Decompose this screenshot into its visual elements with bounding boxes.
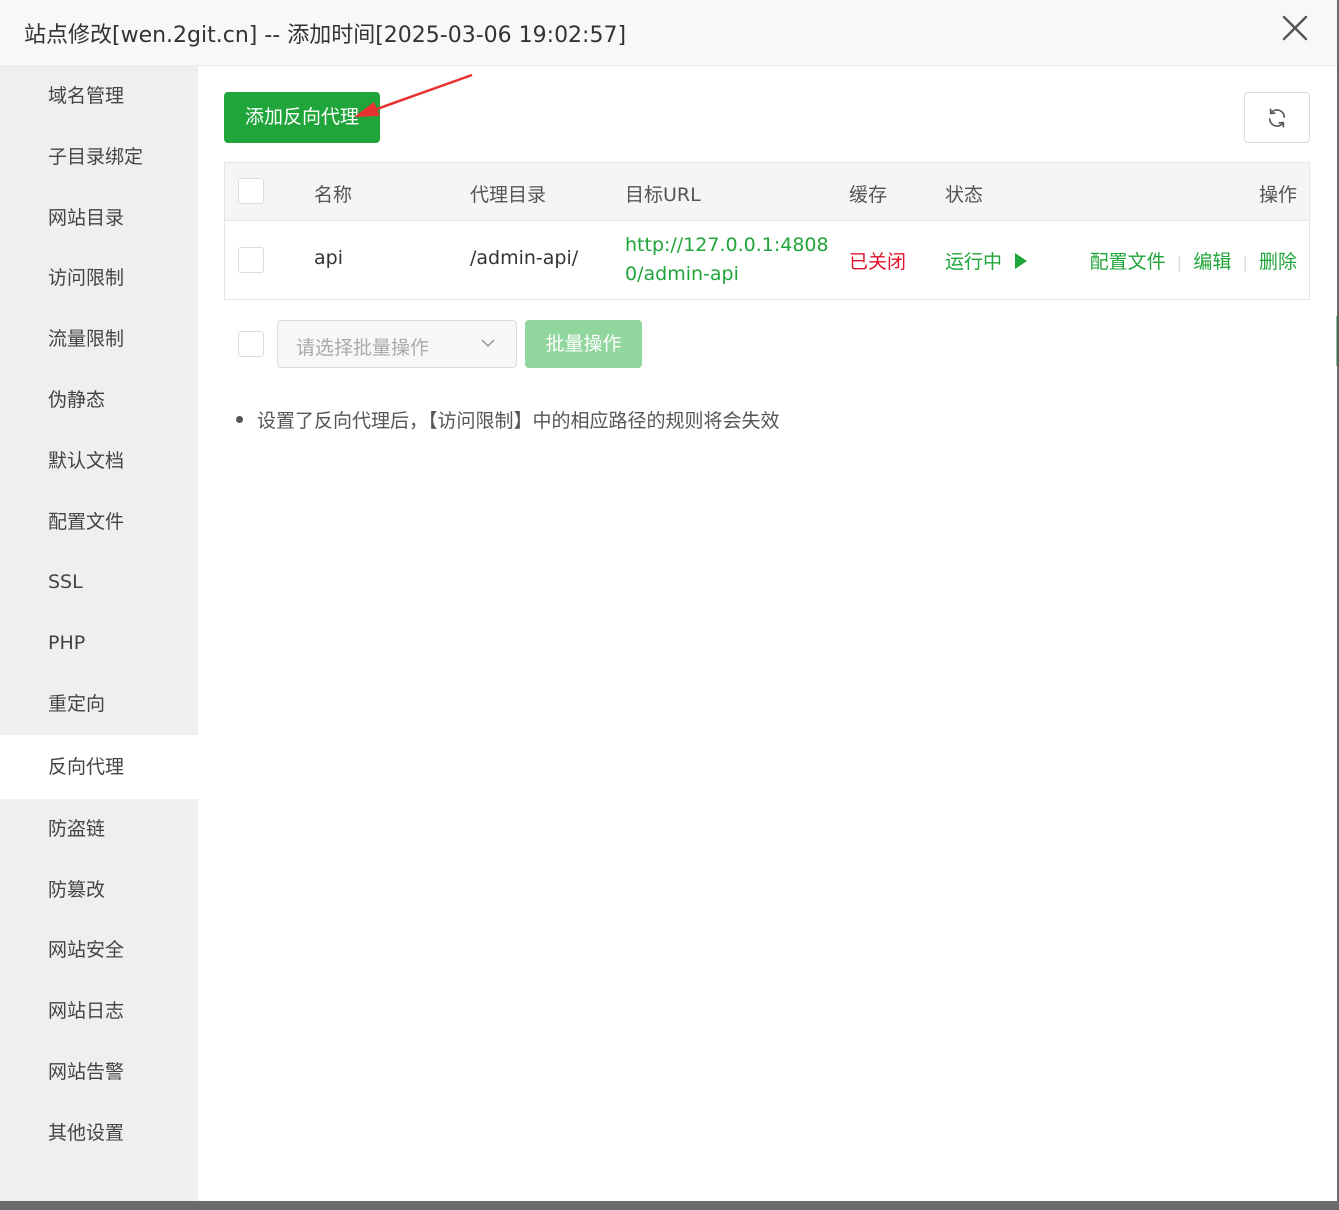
row-cache-status: 已关闭 xyxy=(849,251,907,273)
play-icon xyxy=(1015,253,1028,269)
batch-actions: 请选择批量操作 批量操作 xyxy=(224,320,724,368)
proxy-table: 名称 代理目录 目标URL 缓存 状态 操作 api /admin-api/ h… xyxy=(224,162,1310,300)
sidebar-item-rewrite[interactable]: 伪静态 xyxy=(0,370,198,431)
header-name: 名称 xyxy=(314,184,353,206)
edit-link[interactable]: 编辑 xyxy=(1193,251,1231,273)
sidebar-item-tamper-proof[interactable]: 防篡改 xyxy=(0,860,198,921)
close-button[interactable] xyxy=(1279,12,1311,44)
row-target-url: http://127.0.0.1:4808 0/admin-api xyxy=(625,231,829,289)
add-reverse-proxy-button[interactable]: 添加反向代理 xyxy=(224,92,380,143)
sidebar-item-reverse-proxy[interactable]: 反向代理 xyxy=(0,734,198,799)
sidebar-item-access-limit[interactable]: 访问限制 xyxy=(0,248,198,309)
row-name: api xyxy=(314,247,343,269)
row-run-status-label: 运行中 xyxy=(945,251,1003,273)
sidebar-item-site-alerts[interactable]: 网站告警 xyxy=(0,1042,198,1103)
sidebar-item-subdir-binding[interactable]: 子目录绑定 xyxy=(0,127,198,188)
tip-text: 设置了反向代理后，【访问限制】中的相应路径的规则将会失效 xyxy=(257,410,780,432)
header-status: 状态 xyxy=(945,184,984,206)
batch-operation-select[interactable]: 请选择批量操作 xyxy=(277,320,517,368)
select-all-checkbox[interactable] xyxy=(238,178,264,204)
sidebar-item-traffic-limit[interactable]: 流量限制 xyxy=(0,309,198,370)
sidebar-item-hotlink[interactable]: 防盗链 xyxy=(0,799,198,860)
sidebar-item-site-logs[interactable]: 网站日志 xyxy=(0,981,198,1042)
sidebar-item-redirect[interactable]: 重定向 xyxy=(0,674,198,735)
batch-operation-button[interactable]: 批量操作 xyxy=(525,320,642,368)
row-proxy-dir: /admin-api/ xyxy=(470,247,579,269)
row-checkbox[interactable] xyxy=(238,247,264,273)
header-target-url: 目标URL xyxy=(625,184,701,206)
header-operations: 操作 xyxy=(1258,184,1297,206)
row-operations: 配置文件 | 编辑 | 删除 xyxy=(1090,247,1297,274)
header-proxy-dir: 代理目录 xyxy=(470,184,547,206)
refresh-icon xyxy=(1268,107,1286,128)
sidebar-item-php[interactable]: PHP xyxy=(0,613,198,674)
batch-select-placeholder: 请选择批量操作 xyxy=(296,337,430,359)
header-cache: 缓存 xyxy=(849,184,888,206)
bullet-dot xyxy=(236,416,243,423)
op-separator: | xyxy=(1237,253,1253,272)
row-target-url-line2: 0/admin-api xyxy=(625,263,739,285)
row-target-url-line1: http://127.0.0.1:4808 xyxy=(625,234,829,256)
close-icon xyxy=(1282,15,1308,41)
sidebar-item-ssl[interactable]: SSL xyxy=(0,552,198,613)
settings-sidebar: 域名管理 子目录绑定 网站目录 访问限制 流量限制 伪静态 默认文档 配置文件 … xyxy=(0,66,198,1201)
sidebar-item-domain[interactable]: 域名管理 xyxy=(0,66,198,127)
sidebar-item-default-doc[interactable]: 默认文档 xyxy=(0,431,198,492)
row-run-status[interactable]: 运行中 xyxy=(945,247,1028,274)
op-separator: | xyxy=(1171,253,1188,272)
config-file-link[interactable]: 配置文件 xyxy=(1090,251,1166,273)
site-edit-dialog: 站点修改[wen.2git.cn] -- 添加时间[2025-03-06 19:… xyxy=(0,0,1337,1201)
sidebar-item-site-directory[interactable]: 网站目录 xyxy=(0,188,198,249)
refresh-button[interactable] xyxy=(1244,92,1310,143)
batch-select-checkbox[interactable] xyxy=(238,331,264,357)
sidebar-item-other-settings[interactable]: 其他设置 xyxy=(0,1103,198,1164)
sidebar-item-site-security[interactable]: 网站安全 xyxy=(0,920,198,981)
table-header: 名称 代理目录 目标URL 缓存 状态 操作 xyxy=(225,163,1309,221)
sidebar-item-config-file[interactable]: 配置文件 xyxy=(0,492,198,553)
dialog-title-bar: 站点修改[wen.2git.cn] -- 添加时间[2025-03-06 19:… xyxy=(0,0,1337,66)
chevron-down-icon xyxy=(481,339,495,348)
delete-link[interactable]: 删除 xyxy=(1259,251,1297,273)
table-row: api /admin-api/ http://127.0.0.1:4808 0/… xyxy=(225,221,1309,299)
tip-item: 设置了反向代理后，【访问限制】中的相应路径的规则将会失效 xyxy=(236,406,780,433)
dialog-title: 站点修改[wen.2git.cn] -- 添加时间[2025-03-06 19:… xyxy=(24,23,627,48)
